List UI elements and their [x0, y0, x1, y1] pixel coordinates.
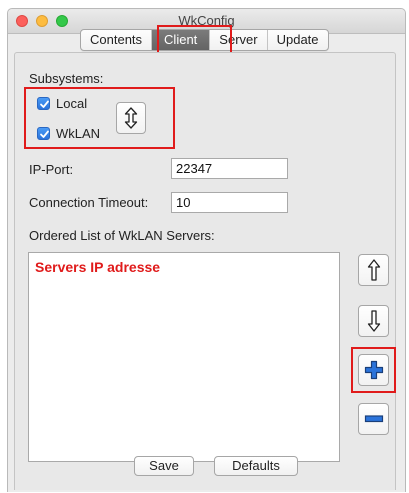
defaults-button[interactable]: Defaults: [214, 456, 298, 476]
add-server-button[interactable]: [358, 354, 389, 386]
local-checkbox[interactable]: [37, 97, 50, 110]
tab-update[interactable]: Update: [266, 30, 328, 50]
move-up-icon: [367, 259, 380, 281]
remove-server-button[interactable]: [358, 403, 389, 435]
move-down-icon: [367, 310, 380, 332]
up-down-arrow-icon: [124, 107, 138, 129]
swap-subsystems-button[interactable]: [116, 102, 146, 134]
subsystems-label: Subsystems:: [29, 71, 104, 86]
wklan-checkbox[interactable]: [37, 127, 50, 140]
ip-port-field[interactable]: 22347: [171, 158, 288, 179]
tab-contents[interactable]: Contents: [81, 30, 151, 50]
wklan-label: WkLAN: [56, 126, 101, 141]
server-list-placeholder: Servers IP adresse: [35, 259, 161, 275]
server-list[interactable]: Servers IP adresse: [28, 252, 340, 462]
add-icon: [364, 360, 383, 380]
save-button[interactable]: Save: [134, 456, 194, 476]
connection-timeout-field[interactable]: 10: [171, 192, 288, 213]
move-up-button[interactable]: [358, 254, 389, 286]
move-down-button[interactable]: [358, 305, 389, 337]
connection-timeout-label: Connection Timeout:: [29, 195, 149, 210]
server-list-label: Ordered List of WkLAN Servers:: [29, 228, 215, 243]
local-label: Local: [56, 96, 88, 111]
remove-icon: [364, 415, 383, 423]
ip-port-label: IP-Port:: [29, 162, 74, 177]
